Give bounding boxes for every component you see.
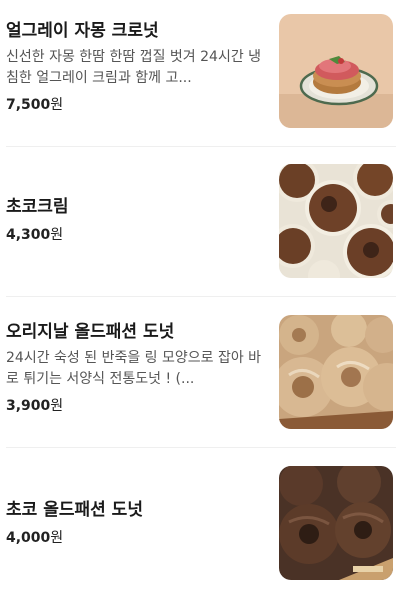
menu-item-description: 24시간 숙성 된 반죽을 링 모양으로 잡아 바로 튀기는 서양식 전통도넛 … xyxy=(6,350,262,387)
choco-old-fashioned-donut-photo[interactable] xyxy=(279,466,393,580)
menu-item-choco-cream[interactable]: 초코크림 4,300원 xyxy=(6,147,396,296)
earl-grey-grapefruit-cronut-photo[interactable] xyxy=(279,14,393,128)
menu-item-price: 4,300원 xyxy=(6,225,268,245)
menu-item-text: 초코크림 4,300원 xyxy=(6,196,268,245)
menu-item-text: 오리지날 올드패션 도넛 24시간 숙성 된 반죽을 링 모양으로 잡아 바로 … xyxy=(6,321,268,416)
menu-item-choco-old-fashioned[interactable]: 초코 올드패션 도넛 4,000원 xyxy=(6,448,396,594)
menu-item-name: 오리지날 올드패션 도넛 xyxy=(6,322,175,342)
menu-item-price: 3,900원 xyxy=(6,396,268,416)
currency-suffix: 원 xyxy=(50,530,64,546)
original-old-fashioned-donut-photo[interactable] xyxy=(279,315,393,429)
menu-list: 얼그레이 자몽 크로넛 신선한 자몽 한땀 한땀 껍질 벗겨 24시간 냉침한 … xyxy=(0,0,402,594)
menu-item-text: 초코 올드패션 도넛 4,000원 xyxy=(6,499,268,548)
choco-cream-donut-photo[interactable] xyxy=(279,164,393,278)
currency-suffix: 원 xyxy=(50,398,64,414)
menu-item-price: 7,500원 xyxy=(6,95,268,115)
currency-suffix: 원 xyxy=(50,227,64,243)
menu-item-name: 얼그레이 자몽 크로넛 xyxy=(6,21,159,41)
price-value: 3,900 xyxy=(6,398,51,414)
menu-item-original-old-fashioned[interactable]: 오리지날 올드패션 도넛 24시간 숙성 된 반죽을 링 모양으로 잡아 바로 … xyxy=(6,297,396,447)
price-value: 4,000 xyxy=(6,530,51,546)
price-value: 7,500 xyxy=(6,97,51,113)
menu-item-text: 얼그레이 자몽 크로넛 신선한 자몽 한땀 한땀 껍질 벗겨 24시간 냉침한 … xyxy=(6,20,268,115)
menu-item-name: 초코크림 xyxy=(6,197,69,217)
menu-item-earl-grey-cronut[interactable]: 얼그레이 자몽 크로넛 신선한 자몽 한땀 한땀 껍질 벗겨 24시간 냉침한 … xyxy=(6,0,396,146)
currency-suffix: 원 xyxy=(50,97,64,113)
price-value: 4,300 xyxy=(6,227,51,243)
menu-item-name: 초코 올드패션 도넛 xyxy=(6,500,143,520)
menu-item-price: 4,000원 xyxy=(6,528,268,548)
menu-item-description: 신선한 자몽 한땀 한땀 껍질 벗겨 24시간 냉침한 얼그레이 크림과 함께 … xyxy=(6,49,262,86)
